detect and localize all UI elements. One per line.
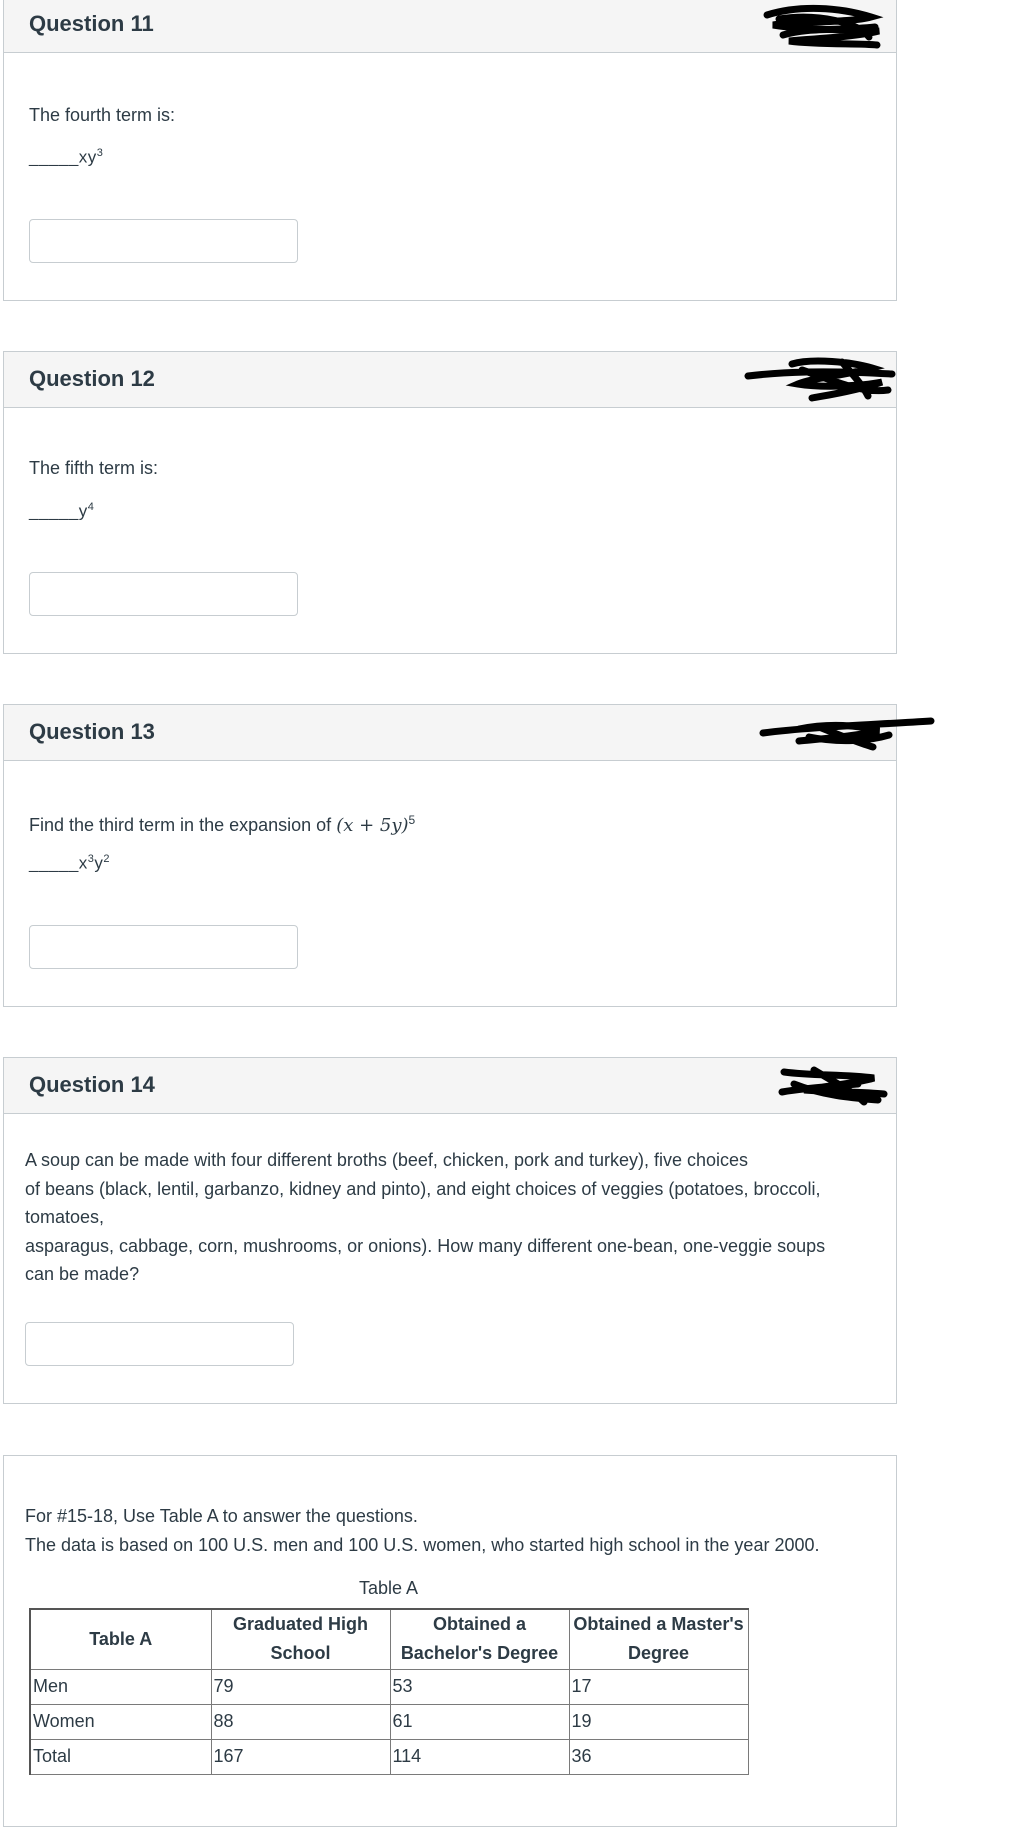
- question-13-prompt: Find the third term in the expansion of …: [29, 813, 415, 836]
- table-cell: 19: [568, 1703, 749, 1740]
- table-caption: Table A: [359, 1578, 419, 1598]
- question-14-header: Question 14: [4, 1058, 896, 1114]
- column-header: Obtained a Master's Degree: [568, 1608, 749, 1670]
- question-11-blank: _____xy3: [29, 147, 103, 168]
- blank-underscores: _____: [29, 501, 79, 521]
- prompt-text: Find the third term in the expansion of: [29, 815, 332, 835]
- column-header: Obtained a Bachelor's Degree: [389, 1608, 570, 1670]
- table-cell: 17: [568, 1668, 749, 1705]
- question-13-panel: Question 13 Find the third term in the e…: [3, 704, 935, 1007]
- expansion-exponent: 5: [408, 813, 416, 827]
- table-cell: 53: [389, 1668, 570, 1705]
- redaction-scribble-icon: [759, 717, 935, 751]
- table-intro-line-1: For #15-18, Use Table A to answer the qu…: [25, 1506, 418, 1526]
- table-header-row: Table A Graduated High School Obtained a…: [29, 1608, 749, 1670]
- question-14-answer-input[interactable]: [25, 1322, 294, 1366]
- question-12-header: Question 12: [4, 352, 896, 408]
- blank-underscores: _____: [29, 147, 79, 167]
- term-exponent: 3: [96, 147, 104, 159]
- question-11-answer-input[interactable]: [29, 219, 298, 263]
- table-cell: 61: [389, 1703, 570, 1740]
- question-12-answer-input[interactable]: [29, 572, 298, 616]
- redaction-scribble-icon: [763, 4, 884, 49]
- table-row: Total 167 114 36: [29, 1738, 749, 1775]
- redaction-scribble-icon: [778, 1066, 888, 1106]
- question-13-header: Question 13: [4, 705, 935, 761]
- term-exponent-y: 2: [103, 853, 111, 865]
- term-exponent: 4: [87, 501, 95, 513]
- question-13-blank: _____x3y2: [29, 853, 110, 874]
- row-label: Men: [29, 1668, 212, 1705]
- row-label: Women: [29, 1703, 212, 1740]
- table-row: Men 79 53 17: [29, 1668, 749, 1705]
- question-11-header: Question 11: [4, 0, 896, 53]
- question-12-prompt: The fifth term is:: [29, 458, 159, 478]
- question-11-prompt: The fourth term is:: [29, 105, 176, 125]
- table-intro-line-2: The data is based on 100 U.S. men and 10…: [25, 1535, 820, 1555]
- term-variable-x: x: [78, 853, 88, 873]
- question-13-title: Question 13: [29, 719, 155, 744]
- question-12-panel: Question 12 The fifth term is: _____y4: [3, 351, 897, 654]
- table-corner-header: Table A: [29, 1608, 212, 1670]
- term-variable: y: [78, 501, 88, 521]
- term-variable: xy: [78, 147, 97, 167]
- table-cell: 36: [568, 1738, 749, 1775]
- question-12-blank: _____y4: [29, 501, 94, 522]
- redaction-scribble-icon: [744, 357, 896, 402]
- question-13-answer-input[interactable]: [29, 925, 298, 969]
- table-cell: 114: [389, 1738, 570, 1775]
- question-11-title: Question 11: [29, 11, 154, 36]
- table-cell: 167: [210, 1738, 391, 1775]
- prompt-line: asparagus, cabbage, corn, mushrooms, or …: [25, 1235, 826, 1256]
- column-header: Graduated High School: [210, 1608, 391, 1670]
- table-cell: 88: [210, 1703, 391, 1740]
- question-11-panel: Question 11 The fourth term is: _____xy3: [3, 0, 897, 301]
- prompt-line: A soup can be made with four different b…: [25, 1150, 749, 1170]
- prompt-line: of beans (black, lentil, garbanzo, kidne…: [25, 1178, 821, 1199]
- question-14-prompt: A soup can be made with four different b…: [25, 1146, 885, 1289]
- table-row: Women 88 61 19: [29, 1703, 749, 1740]
- row-label: Total: [29, 1738, 212, 1775]
- prompt-line: can be made?: [25, 1264, 140, 1284]
- table-cell: 79: [210, 1668, 391, 1705]
- question-12-title: Question 12: [29, 366, 155, 391]
- expansion-expression: (x + 5y): [336, 815, 409, 836]
- prompt-line: tomatoes,: [25, 1207, 105, 1227]
- question-14-title: Question 14: [29, 1072, 155, 1097]
- blank-underscores: _____: [29, 853, 79, 873]
- table-a: Table A Graduated High School Obtained a…: [29, 1608, 749, 1775]
